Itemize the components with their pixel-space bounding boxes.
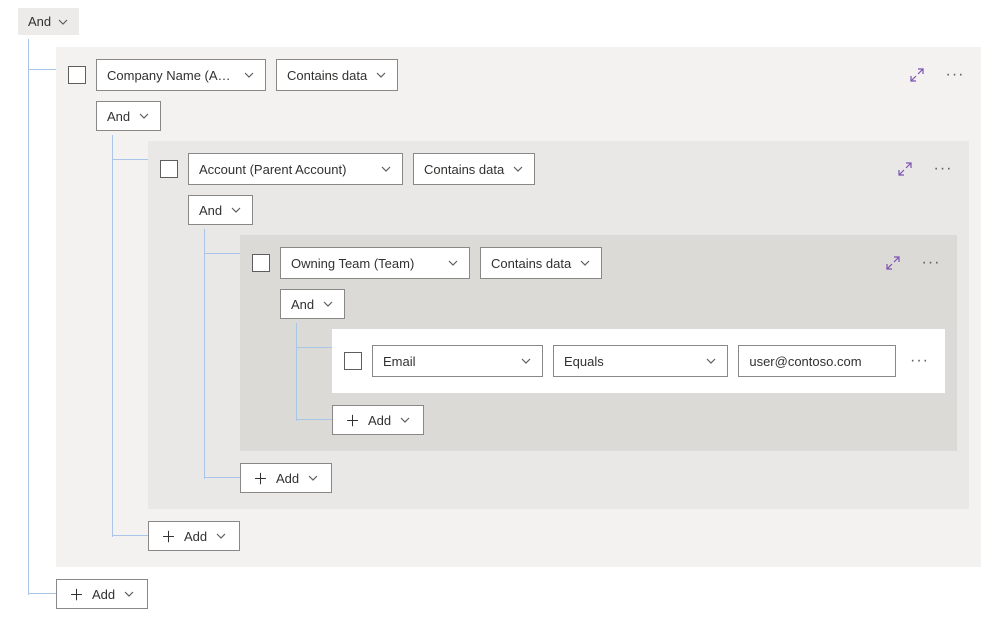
chevron-down-icon bbox=[380, 163, 392, 175]
field-label: Company Name (Accou... bbox=[107, 68, 235, 83]
condition-dropdown[interactable]: Contains data bbox=[276, 59, 398, 91]
more-button[interactable]: ··· bbox=[906, 352, 933, 370]
chevron-down-icon bbox=[375, 69, 387, 81]
chevron-down-icon bbox=[243, 69, 255, 81]
field-dropdown[interactable]: Owning Team (Team) bbox=[280, 247, 470, 279]
condition-dropdown[interactable]: Contains data bbox=[413, 153, 535, 185]
chevron-down-icon bbox=[520, 355, 532, 367]
more-button[interactable]: ··· bbox=[917, 249, 945, 277]
add-label: Add bbox=[368, 413, 391, 428]
add-button[interactable]: ＋ Add bbox=[240, 463, 332, 493]
group-operator-dropdown[interactable]: And bbox=[96, 101, 161, 131]
chevron-down-icon bbox=[215, 530, 227, 542]
leaf-value-text: user@contoso.com bbox=[749, 354, 861, 369]
plus-icon: ＋ bbox=[345, 410, 360, 431]
condition-dropdown[interactable]: Contains data bbox=[480, 247, 602, 279]
add-button[interactable]: ＋ Add bbox=[332, 405, 424, 435]
add-label: Add bbox=[184, 529, 207, 544]
field-label: Account (Parent Account) bbox=[199, 162, 346, 177]
filter-group-level2: Account (Parent Account) Contains data ·… bbox=[148, 141, 969, 509]
group-operator-label: And bbox=[291, 297, 314, 312]
chevron-down-icon bbox=[230, 204, 242, 216]
condition-label: Contains data bbox=[424, 162, 504, 177]
add-label: Add bbox=[92, 587, 115, 602]
add-label: Add bbox=[276, 471, 299, 486]
chevron-down-icon bbox=[307, 472, 319, 484]
more-button[interactable]: ··· bbox=[929, 155, 957, 183]
root-operator-label: And bbox=[28, 14, 51, 29]
plus-icon: ＋ bbox=[253, 468, 268, 489]
filter-group-level1: Company Name (Accou... Contains data ···… bbox=[56, 47, 981, 567]
select-checkbox[interactable] bbox=[160, 160, 178, 178]
plus-icon: ＋ bbox=[69, 584, 84, 605]
filter-condition-row: Email Equals user@contoso.com bbox=[332, 329, 945, 393]
more-button[interactable]: ··· bbox=[941, 61, 969, 89]
group-operator-dropdown[interactable]: And bbox=[280, 289, 345, 319]
leaf-operator-dropdown[interactable]: Equals bbox=[553, 345, 728, 377]
plus-icon: ＋ bbox=[161, 526, 176, 547]
leaf-field-label: Email bbox=[383, 354, 416, 369]
add-button[interactable]: ＋ Add bbox=[148, 521, 240, 551]
collapse-button[interactable] bbox=[903, 61, 931, 89]
chevron-down-icon bbox=[512, 163, 524, 175]
collapse-icon bbox=[885, 255, 901, 271]
filter-group-level3: Owning Team (Team) Contains data ··· bbox=[240, 235, 957, 451]
chevron-down-icon bbox=[123, 588, 135, 600]
chevron-down-icon bbox=[579, 257, 591, 269]
chevron-down-icon bbox=[705, 355, 717, 367]
leaf-operator-label: Equals bbox=[564, 354, 604, 369]
condition-label: Contains data bbox=[287, 68, 367, 83]
group-operator-label: And bbox=[199, 203, 222, 218]
field-label: Owning Team (Team) bbox=[291, 256, 414, 271]
collapse-icon bbox=[897, 161, 913, 177]
collapse-button[interactable] bbox=[879, 249, 907, 277]
chevron-down-icon bbox=[399, 414, 411, 426]
add-button[interactable]: ＋ Add bbox=[56, 579, 148, 609]
chevron-down-icon bbox=[322, 298, 334, 310]
leaf-value-input[interactable]: user@contoso.com bbox=[738, 345, 896, 377]
collapse-icon bbox=[909, 67, 925, 83]
chevron-down-icon bbox=[138, 110, 150, 122]
group-operator-dropdown[interactable]: And bbox=[188, 195, 253, 225]
field-dropdown[interactable]: Account (Parent Account) bbox=[188, 153, 403, 185]
group-operator-label: And bbox=[107, 109, 130, 124]
root-operator-dropdown[interactable]: And bbox=[18, 8, 79, 35]
field-dropdown[interactable]: Company Name (Accou... bbox=[96, 59, 266, 91]
chevron-down-icon bbox=[57, 16, 69, 28]
leaf-field-dropdown[interactable]: Email bbox=[372, 345, 543, 377]
collapse-button[interactable] bbox=[891, 155, 919, 183]
select-checkbox[interactable] bbox=[252, 254, 270, 272]
select-checkbox[interactable] bbox=[344, 352, 362, 370]
chevron-down-icon bbox=[447, 257, 459, 269]
select-checkbox[interactable] bbox=[68, 66, 86, 84]
condition-label: Contains data bbox=[491, 256, 571, 271]
